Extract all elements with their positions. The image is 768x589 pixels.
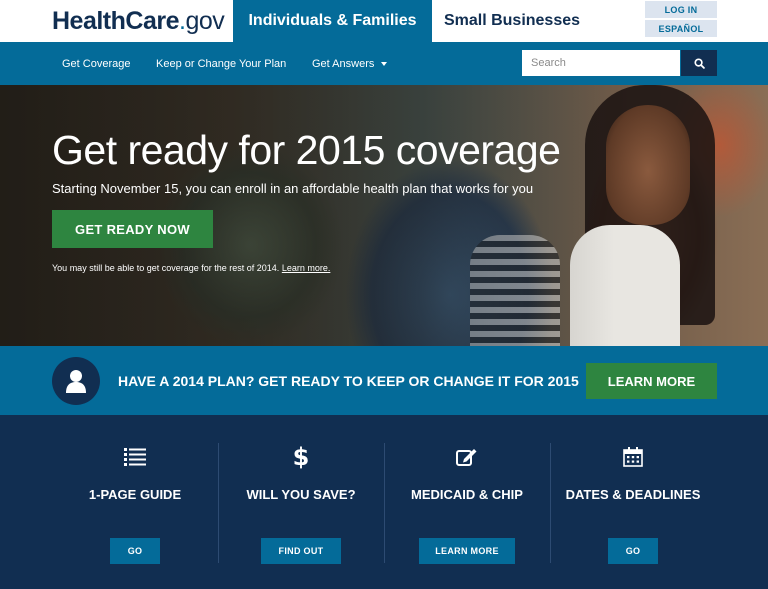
calendar-icon: [550, 445, 716, 469]
list-icon: [52, 445, 218, 469]
main-nav: Get Coverage Keep or Change Your Plan Ge…: [0, 42, 768, 85]
search-button[interactable]: [681, 50, 717, 76]
card-title: 1-PAGE GUIDE: [88, 487, 182, 502]
plan-banner: HAVE A 2014 PLAN? GET READY TO KEEP OR C…: [0, 346, 768, 415]
nav-get-answers-label: Get Answers: [312, 57, 375, 70]
caret-down-icon: [381, 61, 388, 66]
card-title: DATES & DEADLINES: [565, 487, 701, 502]
nav-get-coverage-label: Get Coverage: [62, 57, 131, 70]
site-header: HealthCare.gov Individuals & Families Sm…: [0, 0, 768, 42]
hero-note: You may still be able to get coverage fo…: [52, 263, 330, 273]
get-ready-now-button[interactable]: GET READY NOW: [52, 210, 213, 248]
login-button[interactable]: LOG IN: [645, 1, 717, 18]
edit-icon: [384, 445, 550, 469]
card-dates-deadlines: DATES & DEADLINES GO: [550, 415, 716, 589]
search-icon: [693, 57, 705, 69]
guide-go-button[interactable]: GO: [110, 538, 160, 564]
nav-get-coverage[interactable]: Get Coverage: [62, 42, 130, 85]
dollar-icon: $: [292, 443, 310, 471]
tab-individuals-families[interactable]: Individuals & Families: [233, 0, 432, 42]
hero-title: Get ready for 2015 coverage: [52, 127, 561, 173]
hero-subtitle: Starting November 15, you can enroll in …: [52, 181, 534, 196]
card-will-you-save: $ WILL YOU SAVE? FIND OUT: [218, 415, 384, 589]
card-1-page-guide: 1-PAGE GUIDE GO: [52, 415, 218, 589]
search-input[interactable]: [522, 50, 680, 76]
medicaid-learn-more-button[interactable]: LEARN MORE: [419, 538, 515, 564]
tab-small-businesses[interactable]: Small Businesses: [432, 0, 592, 42]
card-title: WILL YOU SAVE?: [246, 487, 356, 502]
banner-text: HAVE A 2014 PLAN? GET READY TO KEEP OR C…: [118, 372, 579, 389]
logo-gov-text: gov: [185, 7, 225, 35]
hero-note-text: You may still be able to get coverage fo…: [52, 263, 280, 273]
user-avatar-icon: [52, 357, 100, 405]
person-icon: [66, 370, 86, 393]
dates-go-button[interactable]: GO: [608, 538, 658, 564]
nav-keep-or-change-plan-label: Keep or Change Your Plan: [156, 57, 287, 70]
card-title: MEDICAID & CHIP: [411, 487, 523, 502]
hero-section: Get ready for 2015 coverage Starting Nov…: [0, 85, 768, 346]
nav-keep-or-change-plan[interactable]: Keep or Change Your Plan: [156, 42, 286, 85]
feature-cards: 1-PAGE GUIDE GO $ WILL YOU SAVE? FIND OU…: [0, 415, 768, 589]
find-out-button[interactable]: FIND OUT: [261, 538, 341, 564]
banner-learn-more-button[interactable]: LEARN MORE: [586, 363, 717, 399]
espanol-button[interactable]: ESPAÑOL: [645, 20, 717, 37]
logo-healthcare-text: HealthCare: [52, 7, 180, 35]
healthcare-gov-logo[interactable]: HealthCare.gov: [52, 7, 225, 36]
card-medicaid-chip: MEDICAID & CHIP LEARN MORE: [384, 415, 550, 589]
learn-more-link[interactable]: Learn more.: [282, 263, 331, 273]
nav-get-answers[interactable]: Get Answers: [312, 42, 388, 85]
